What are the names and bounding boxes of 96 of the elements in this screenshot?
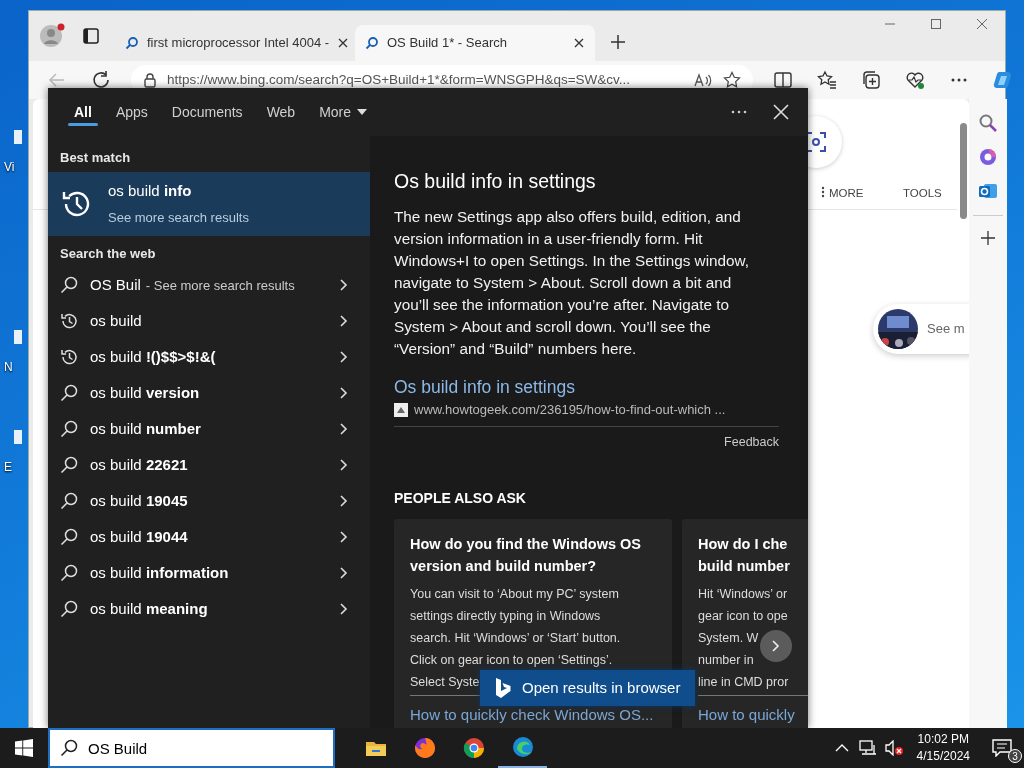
taskbar-search-field[interactable]: OS Build: [48, 728, 335, 768]
close-icon[interactable]: [337, 37, 350, 49]
source-url[interactable]: www.howtogeek.com/236195/how-to-find-out-which ...: [414, 400, 726, 420]
clock[interactable]: 10:02 PM 4/15/2024: [916, 731, 970, 765]
section-heading: PEOPLE ALSO ASK: [394, 488, 527, 508]
chrome-icon: [461, 736, 486, 760]
chevron-right-icon: [340, 531, 348, 543]
outlook-icon[interactable]: [978, 181, 998, 201]
chevron-right-icon: [772, 640, 780, 652]
chevron-right-icon: [340, 351, 348, 363]
network-icon[interactable]: [858, 740, 877, 756]
search-icon: [60, 528, 78, 546]
date-text: 4/15/2024: [916, 748, 970, 765]
copilot-icon[interactable]: [993, 70, 1013, 90]
browser-tab[interactable]: first microprocessor Intel 4004 -: [115, 25, 355, 61]
site-favicon: [394, 403, 408, 417]
result-title: os build info: [108, 180, 193, 201]
result-link[interactable]: Os build info in settings: [394, 374, 808, 401]
question-text: How do I che build number: [698, 534, 791, 576]
star-icon[interactable]: [723, 71, 741, 89]
read-aloud-icon[interactable]: [693, 72, 713, 88]
time-text: 10:02 PM: [916, 731, 970, 748]
favorites-icon[interactable]: [817, 70, 837, 90]
browser-tab[interactable]: OS Build 1* - Search: [355, 25, 595, 61]
answer-link[interactable]: How to quickly check Windows OS...: [410, 705, 654, 724]
search-suggestion[interactable]: os build 19044: [48, 519, 370, 555]
volume-muted-icon[interactable]: [884, 740, 903, 756]
chevron-right-icon: [340, 279, 348, 291]
search-icon: [60, 384, 78, 402]
search-suggestion[interactable]: os build version: [48, 375, 370, 411]
split-screen-icon[interactable]: [773, 70, 793, 90]
open-in-browser-button[interactable]: Open results in browser: [480, 670, 695, 706]
chevron-right-icon: [340, 567, 348, 579]
section-heading: Best match: [59, 149, 132, 167]
feedback-link[interactable]: Feedback: [724, 434, 779, 449]
search-suggestion[interactable]: os build meaning: [48, 591, 370, 627]
copilot-app-icon[interactable]: [978, 147, 998, 167]
see-more-chip[interactable]: See m: [873, 304, 969, 354]
search-suggestion[interactable]: OS Buil - See more search results: [48, 267, 370, 303]
close-icon[interactable]: [573, 37, 585, 49]
lock-icon: [143, 72, 157, 88]
heart-pulse-icon[interactable]: [905, 70, 925, 90]
new-tab-icon[interactable]: [610, 34, 626, 50]
search-icon: [60, 276, 78, 294]
question-card[interactable]: How do I che build number Hit ‘Windows’ or gear icon to ope System. W number in line in CMD pror How to quickly: [682, 518, 808, 728]
chevron-right-icon: [340, 387, 348, 399]
search-icon: [125, 36, 139, 50]
search-icon: [60, 564, 78, 582]
chevron-right-icon: [340, 495, 348, 507]
desktop-icon-label: E: [3, 459, 12, 476]
search-icon: [60, 739, 78, 757]
more-icon[interactable]: [730, 109, 748, 115]
edge-icon: [510, 735, 535, 759]
search-suggestion[interactable]: os build: [48, 303, 370, 339]
chevron-up-icon[interactable]: [834, 743, 849, 753]
firefox-icon: [412, 736, 437, 760]
chevron-right-icon: [340, 459, 348, 471]
chevron-right-icon: [340, 315, 348, 327]
scrollbar[interactable]: [960, 123, 967, 219]
section-heading: Search the web: [59, 244, 157, 263]
notification-badge: 3: [1008, 749, 1022, 763]
search-icon: [60, 600, 78, 618]
search-suggestion[interactable]: os build number: [48, 411, 370, 447]
kebab-icon[interactable]: [821, 186, 825, 198]
refresh-icon[interactable]: [91, 70, 111, 90]
camera-search-icon: [805, 131, 827, 153]
desktop-icon-label: Vi: [3, 159, 15, 176]
search-icon: [60, 456, 78, 474]
search-icon: [60, 420, 78, 438]
search-icon: [365, 36, 379, 50]
desktop-icon-label: N: [3, 359, 13, 376]
search-suggestion[interactable]: os build information: [48, 555, 370, 591]
result-subtitle: See more search results: [108, 209, 249, 227]
search-icon[interactable]: [978, 113, 998, 133]
search-suggestion[interactable]: os build 19045: [48, 483, 370, 519]
tools-button[interactable]: TOOLS: [903, 185, 942, 203]
preview-title: Os build info in settings: [394, 169, 597, 194]
history-icon: [60, 348, 78, 366]
bing-logo-icon: [494, 677, 512, 699]
more-button[interactable]: MORE: [829, 185, 864, 203]
best-match-item[interactable]: os build info See more search results: [48, 171, 370, 236]
collections-icon[interactable]: [861, 70, 881, 90]
search-suggestion[interactable]: os build 22621: [48, 447, 370, 483]
notifications-icon[interactable]: [992, 739, 1012, 757]
chevron-right-icon: [340, 423, 348, 435]
search-suggestion[interactable]: os build !()$$>$!&(: [48, 339, 370, 375]
chevron-right-icon: [340, 603, 348, 615]
question-text: How do you find the Windows OS version and build number?: [410, 534, 643, 576]
preview-text: The new Settings app also offers build, edition, and version information in a user-friendly form. Hit Windows+I to open Settings. In the Settings window, navigate to System > About. Scroll down a bit and you’ll see the information you’re after. Navigate to System > About and scroll down. You’ll see the “Version” and “Build” numbers here.: [394, 207, 750, 359]
maximize-icon[interactable]: [929, 17, 943, 31]
search-tab[interactable]: All: [62, 88, 104, 136]
start-icon[interactable]: [15, 739, 33, 757]
add-icon[interactable]: [980, 230, 996, 246]
history-icon: [60, 312, 78, 330]
search-icon: [60, 492, 78, 510]
answer-link[interactable]: How to quickly: [698, 705, 795, 724]
